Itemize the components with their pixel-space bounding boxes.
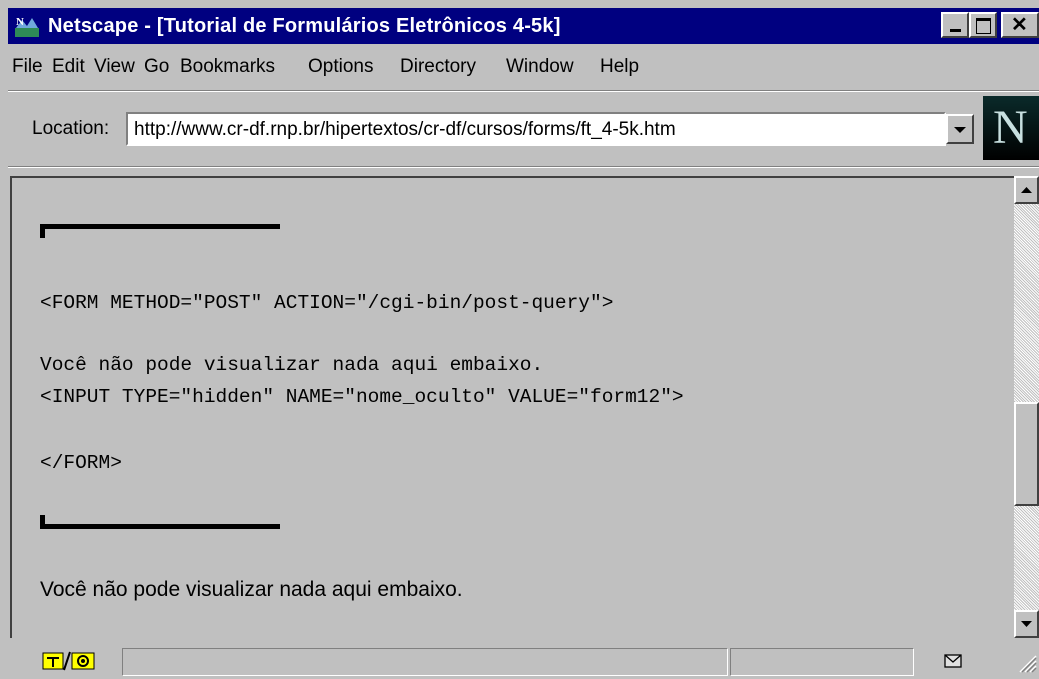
location-url: http://www.cr-df.rnp.br/hipertextos/cr-d… bbox=[134, 119, 676, 140]
close-button[interactable]: ✕ bbox=[1001, 12, 1039, 38]
maximize-button[interactable] bbox=[969, 12, 997, 38]
netscape-window: N Netscape - [Tutorial de Formulários El… bbox=[0, 0, 1039, 678]
resize-grip-icon[interactable] bbox=[1016, 652, 1038, 679]
netscape-logo-letter: N bbox=[993, 101, 1028, 154]
minimize-icon bbox=[950, 29, 961, 32]
netscape-logo[interactable]: N bbox=[983, 96, 1039, 160]
scroll-thumb[interactable] bbox=[1014, 402, 1039, 506]
menu-view[interactable]: View bbox=[94, 56, 135, 78]
security-key-icon[interactable] bbox=[42, 650, 98, 674]
location-input[interactable]: http://www.cr-df.rnp.br/hipertextos/cr-d… bbox=[126, 112, 946, 146]
code-line-form-close: </FORM> bbox=[40, 452, 122, 474]
vertical-scrollbar[interactable] bbox=[1014, 176, 1039, 638]
location-dropdown-button[interactable] bbox=[946, 114, 974, 144]
menu-options[interactable]: Options bbox=[308, 56, 373, 78]
chevron-down-icon bbox=[954, 127, 966, 133]
minimize-button[interactable] bbox=[941, 12, 969, 38]
scroll-up-button[interactable] bbox=[1014, 176, 1039, 204]
arrow-down-icon bbox=[1021, 621, 1032, 627]
menu-go[interactable]: Go bbox=[144, 56, 169, 78]
rendered-text: Você não pode visualizar nada aqui embai… bbox=[40, 578, 463, 601]
code-line-hidden-input: <INPUT TYPE="hidden" NAME="nome_oculto" … bbox=[40, 386, 684, 408]
menu-bookmarks[interactable]: Bookmarks bbox=[180, 56, 275, 78]
netscape-app-icon[interactable]: N bbox=[14, 14, 40, 38]
horizontal-rule-top bbox=[40, 224, 280, 229]
page-content: <FORM METHOD="POST" ACTION="/cgi-bin/pos… bbox=[10, 176, 1014, 638]
scroll-down-button[interactable] bbox=[1014, 610, 1039, 638]
title-bar[interactable]: N Netscape - [Tutorial de Formulários El… bbox=[8, 8, 1039, 44]
menu-help[interactable]: Help bbox=[600, 56, 639, 78]
menu-window[interactable]: Window bbox=[506, 56, 574, 78]
menu-file[interactable]: File bbox=[12, 56, 43, 78]
arrow-up-icon bbox=[1021, 187, 1032, 193]
status-message-panel bbox=[122, 648, 728, 676]
code-line-form-open: <FORM METHOD="POST" ACTION="/cgi-bin/pos… bbox=[40, 292, 614, 314]
security-panel[interactable] bbox=[28, 648, 120, 676]
progress-panel bbox=[730, 648, 914, 676]
location-separator bbox=[8, 166, 1039, 168]
code-line-text: Você não pode visualizar nada aqui embai… bbox=[40, 354, 544, 376]
horizontal-rule-bottom-tick bbox=[40, 515, 45, 529]
horizontal-rule-bottom bbox=[40, 524, 280, 529]
menu-bar: File Edit View Go Bookmarks Options Dire… bbox=[8, 50, 1039, 84]
close-icon: ✕ bbox=[1011, 14, 1028, 36]
mail-icon[interactable] bbox=[944, 654, 962, 673]
window-title: Netscape - [Tutorial de Formulários Elet… bbox=[48, 15, 561, 37]
maximize-icon bbox=[976, 18, 991, 34]
status-bar bbox=[8, 644, 1039, 678]
toolbar-separator bbox=[8, 90, 1039, 92]
menu-directory[interactable]: Directory bbox=[400, 56, 476, 78]
menu-edit[interactable]: Edit bbox=[52, 56, 85, 78]
svg-text:N: N bbox=[16, 16, 24, 28]
location-label: Location: bbox=[32, 118, 110, 139]
horizontal-rule-top-tick bbox=[40, 224, 45, 238]
